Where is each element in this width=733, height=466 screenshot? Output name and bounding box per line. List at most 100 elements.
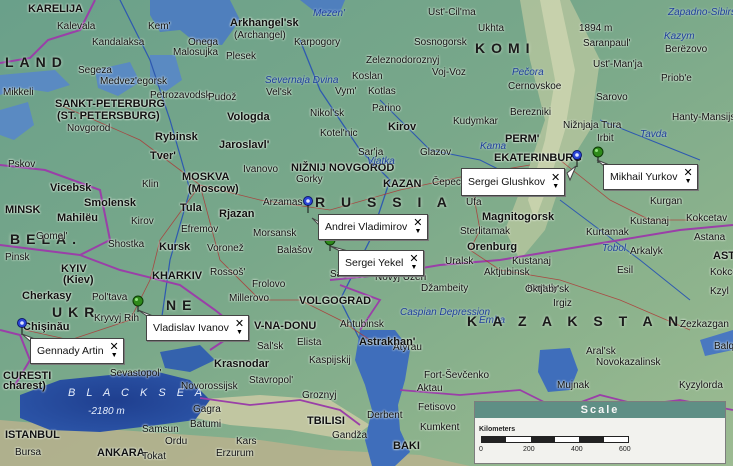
- place-label: Berezniki: [510, 107, 552, 118]
- callout-vladislav-ivanov[interactable]: Vladislav Ivanov ✕ ▼: [146, 315, 250, 341]
- callout-controls: ✕ ▼: [235, 319, 244, 337]
- place-label: Balašov: [277, 245, 313, 256]
- place-label: Nikol'sk: [310, 108, 345, 119]
- pin-vladislav-ivanov[interactable]: [132, 295, 144, 313]
- scale-tick: 200: [523, 446, 535, 453]
- place-label: Kustanaj: [512, 256, 551, 267]
- chevron-down-icon[interactable]: ▼: [236, 329, 243, 337]
- place-label: Kazym: [664, 31, 695, 42]
- place-label: Kandalaksa: [92, 37, 145, 48]
- place-label: Glazov: [420, 147, 452, 158]
- place-label: Gandža: [332, 430, 368, 441]
- place-label: (Moscow): [188, 183, 239, 195]
- place-label: Parino: [372, 103, 401, 114]
- place-label: Kyzylorda: [679, 380, 723, 391]
- place-label: Vym': [335, 86, 357, 97]
- place-label: Kotel'nic: [320, 128, 358, 139]
- place-label: Kursk: [159, 241, 191, 253]
- place-label: PERM': [505, 133, 540, 145]
- scale-bar: [481, 436, 629, 443]
- close-icon[interactable]: ✕: [551, 173, 560, 184]
- place-label: Aktau: [417, 383, 443, 394]
- callout-name: Gennady Artin: [37, 345, 104, 357]
- scale-units: Kilometers: [479, 426, 516, 433]
- place-label: Ahtubinsk: [340, 319, 384, 330]
- chevron-down-icon[interactable]: ▼: [685, 178, 692, 186]
- place-label: Groznyj: [302, 390, 337, 401]
- place-label: ISTANBUL: [5, 429, 60, 441]
- close-icon[interactable]: ✕: [684, 168, 693, 179]
- chevron-down-icon[interactable]: ▼: [411, 264, 418, 272]
- place-label: Zapadno-Sibirs: [668, 7, 733, 18]
- place-label: Zezkazgan: [680, 319, 729, 330]
- pin-mikhail-yurkov[interactable]: [592, 146, 604, 164]
- place-label: Segeza: [78, 65, 112, 76]
- callout-name: Sergei Glushkov: [468, 176, 546, 188]
- place-label: Priob'e: [661, 73, 692, 84]
- close-icon[interactable]: ✕: [235, 319, 244, 330]
- place-label: MINSK: [5, 204, 41, 216]
- place-label: Fetisovo: [418, 402, 456, 413]
- callout-controls: ✕ ▼: [413, 218, 422, 236]
- callout-andrei-vladimirov[interactable]: Andrei Vladimirov ✕ ▼: [318, 214, 428, 240]
- place-label: Tavda: [640, 129, 667, 140]
- callout-mikhail-yurkov[interactable]: Mikhail Yurkov ✕ ▼: [603, 164, 698, 190]
- place-label: KHARKIV: [152, 270, 203, 282]
- close-icon[interactable]: ✕: [110, 342, 119, 353]
- place-label: Kalevala: [57, 21, 96, 32]
- chevron-down-icon[interactable]: ▼: [552, 183, 559, 191]
- place-label: Ukhta: [478, 23, 505, 34]
- place-label: Nižnjaja Tura: [563, 120, 622, 131]
- place-label: Ust'-Cil'ma: [428, 7, 476, 18]
- place-label: Pudož: [208, 92, 237, 103]
- close-icon[interactable]: ✕: [413, 218, 422, 229]
- place-label: KOMI: [475, 40, 536, 56]
- place-label: Kars: [236, 436, 257, 447]
- place-label: (ST. PETERSBURG): [57, 110, 160, 122]
- place-label: R U S S I A: [315, 194, 453, 210]
- place-label: Smolensk: [84, 197, 136, 209]
- callout-sergei-glushkov[interactable]: Sergei Glushkov ✕ ▼: [461, 168, 566, 196]
- place-label: Kotlas: [368, 86, 396, 97]
- place-label: Krasnodar: [214, 358, 270, 370]
- place-label: Ust'-Man'ja: [593, 59, 643, 70]
- place-label: Tokat: [142, 451, 166, 462]
- close-icon[interactable]: ✕: [409, 254, 418, 265]
- place-label: Irbit: [597, 133, 614, 144]
- map-canvas[interactable]: KARELIJA Kalevala Kem' Arkhangel'sk (Archang…: [0, 0, 733, 466]
- place-label: Kokcetav: [710, 267, 733, 278]
- place-label: Elista: [297, 337, 322, 348]
- place-label: Chişinău: [23, 321, 70, 333]
- place-label: Cherkasy: [22, 290, 72, 302]
- callout-controls: ✕ ▼: [110, 342, 119, 360]
- pin-gennady-artin[interactable]: [16, 318, 28, 336]
- place-label: Esil: [617, 265, 634, 276]
- chevron-down-icon[interactable]: ▼: [111, 352, 118, 360]
- place-label: Gagra: [193, 404, 221, 415]
- place-label: Kirov: [388, 121, 417, 133]
- place-label: Samsun: [142, 424, 179, 435]
- place-label: Tobol: [602, 243, 627, 254]
- place-label: Oktjabr'sk: [525, 284, 570, 295]
- scale-tick: 600: [619, 446, 631, 453]
- callout-gennady-artin[interactable]: Gennady Artin ✕ ▼: [30, 338, 124, 364]
- place-label: Klin: [142, 179, 159, 190]
- place-label: Mujnak: [557, 380, 590, 391]
- pin-andrei-vladimirov[interactable]: [302, 196, 314, 214]
- callout-sergei-yekel[interactable]: Sergei Yekel ✕ ▼: [338, 250, 424, 276]
- place-label: Mikkeli: [3, 87, 34, 98]
- place-label: Pečora: [512, 67, 544, 78]
- place-label: Millerovo: [229, 293, 270, 304]
- place-label: Vologda: [227, 111, 270, 123]
- callout-name: Vladislav Ivanov: [153, 322, 229, 334]
- pin-sergei-glushkov[interactable]: [571, 150, 583, 168]
- place-label: Novgorod: [67, 123, 111, 134]
- sea-depth-label: -2180 m: [88, 406, 125, 417]
- place-label: Efremov: [181, 224, 219, 235]
- scale-title: Scale: [475, 402, 725, 418]
- place-label: Arkhangel'sk: [230, 17, 299, 29]
- place-label: NE: [166, 297, 198, 313]
- chevron-down-icon[interactable]: ▼: [414, 228, 421, 236]
- callout-controls: ✕ ▼: [551, 173, 560, 191]
- place-label: Pol'tava: [92, 292, 128, 303]
